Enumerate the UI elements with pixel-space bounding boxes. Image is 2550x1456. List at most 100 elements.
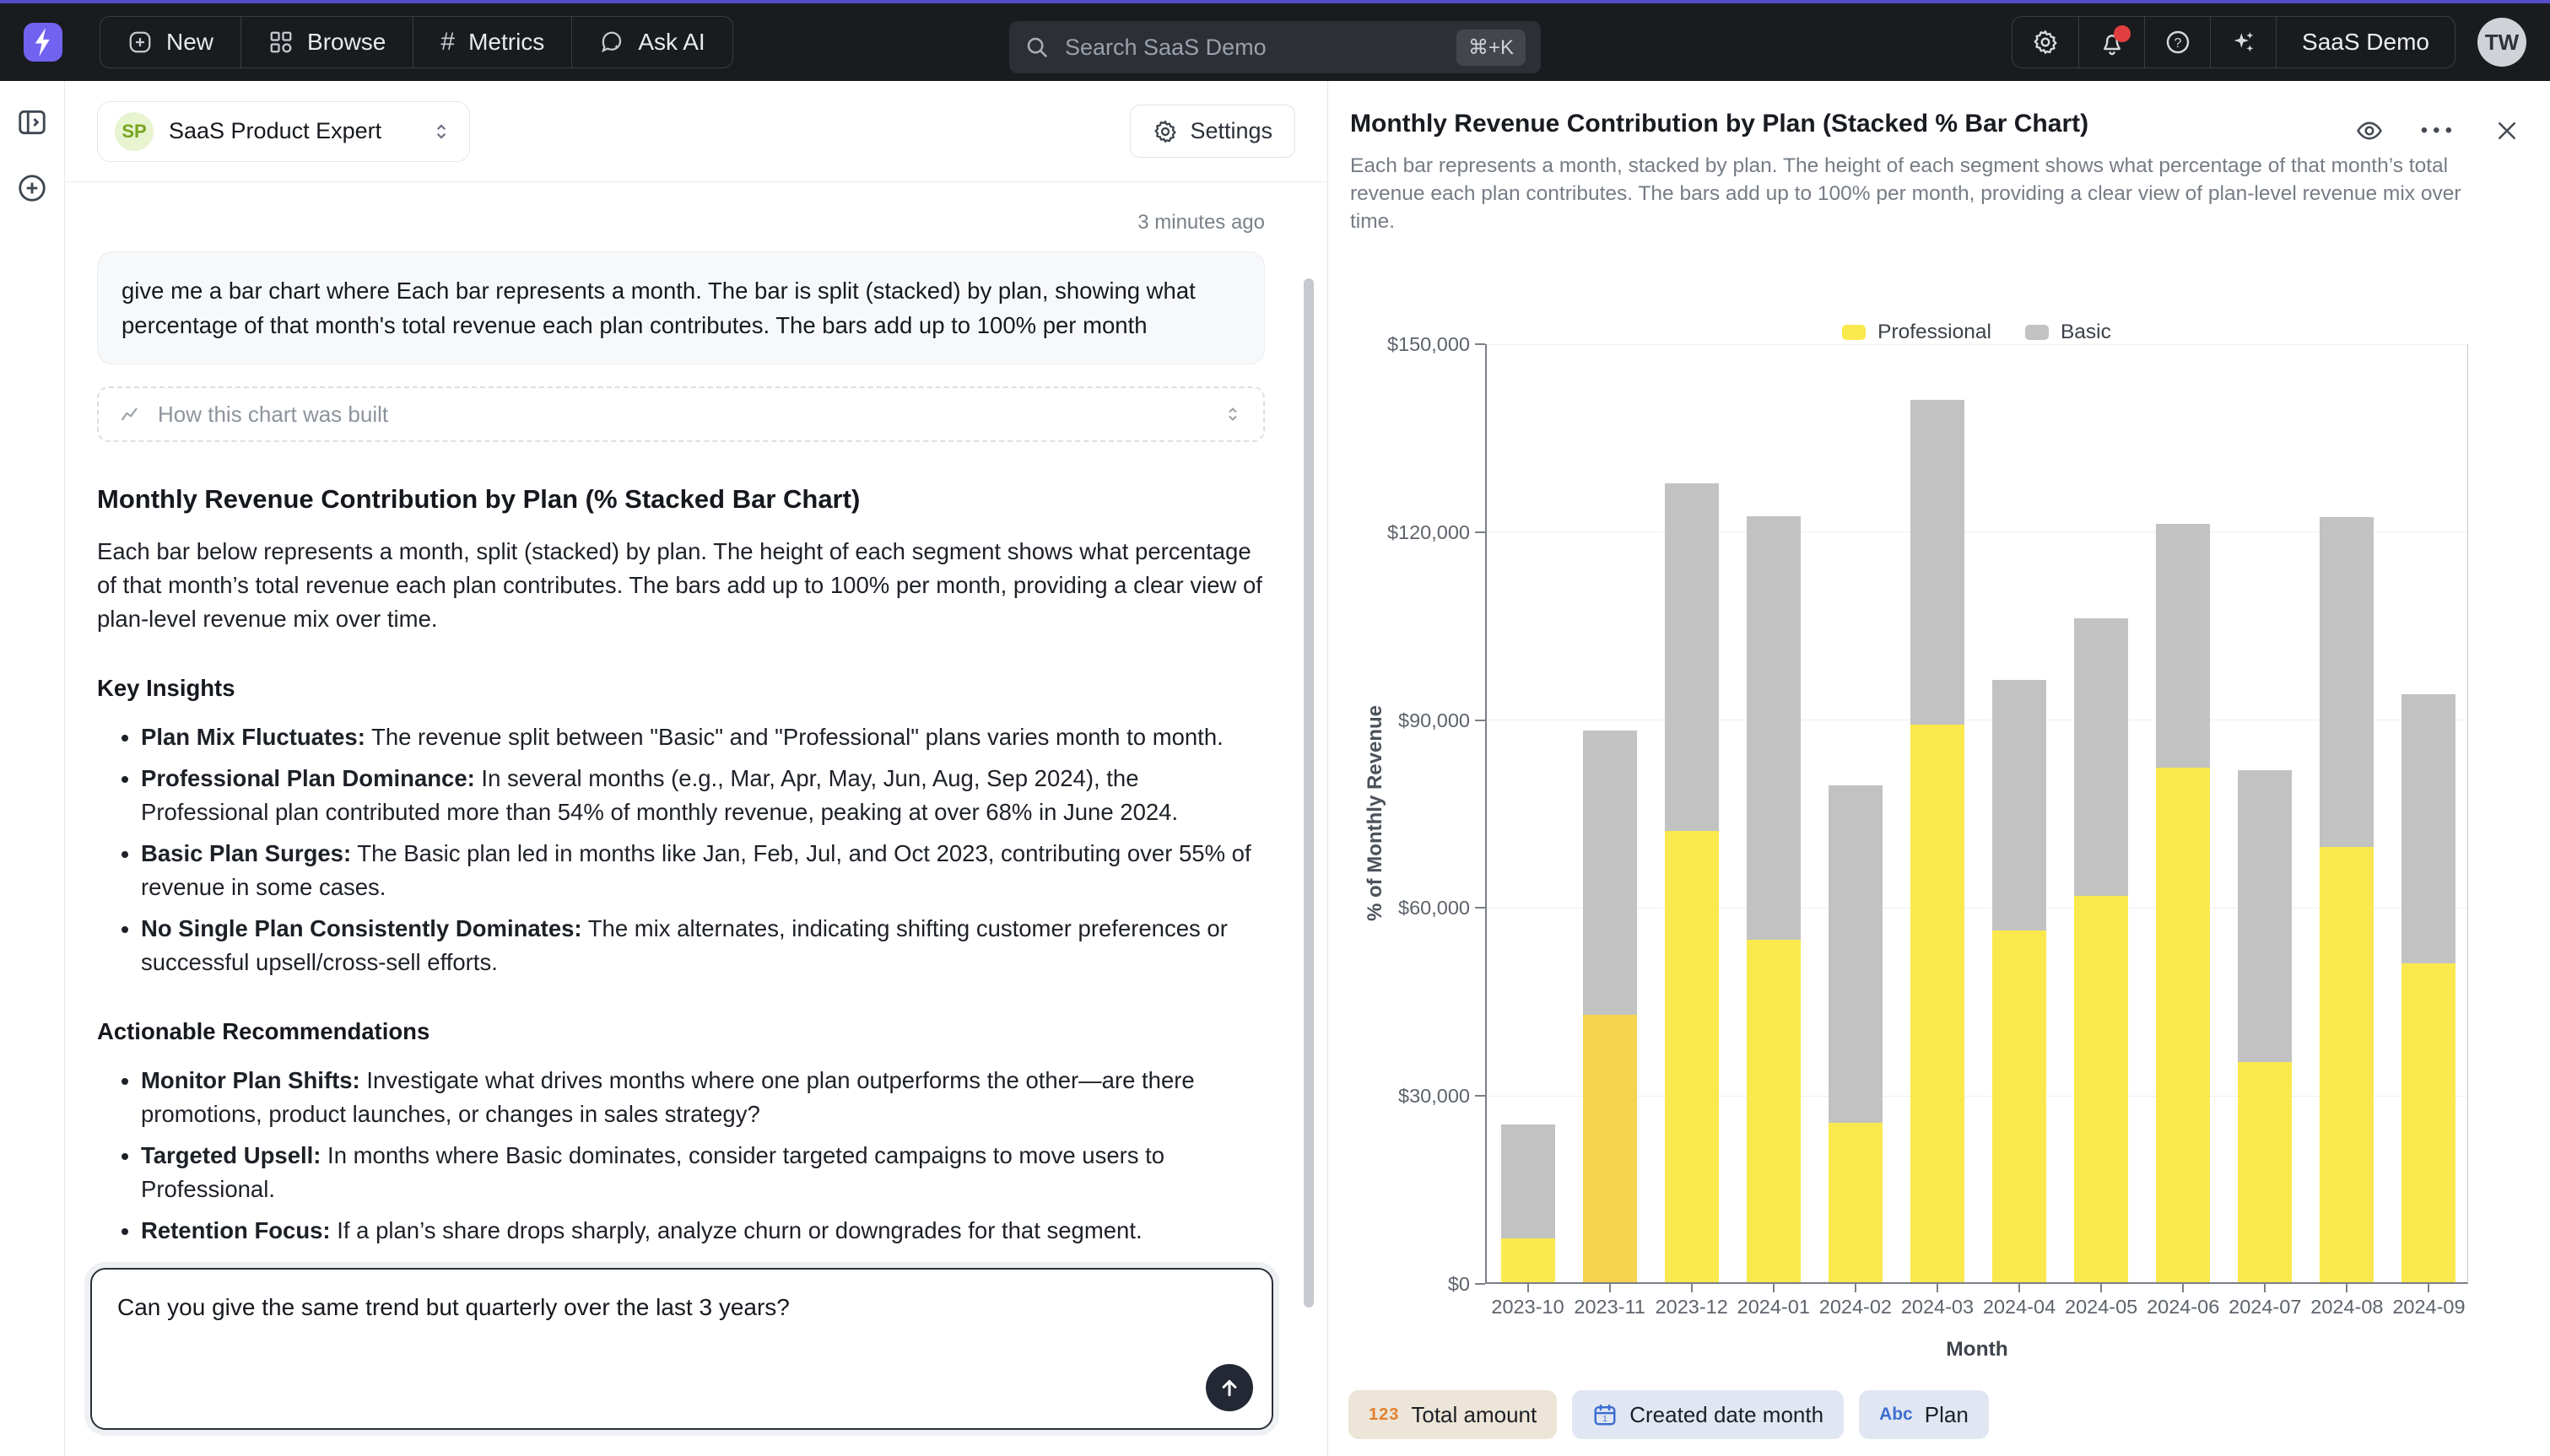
bar-segment-professional-2024-09[interactable] [2401, 963, 2455, 1282]
abc-icon: Abc [1879, 1405, 1913, 1425]
chart-panel-actions: ••• [2355, 116, 2520, 145]
main-area: SP SaaS Product Expert Settings 3 minute… [0, 81, 2550, 1456]
y-tick-label: $60,000 [1318, 897, 1470, 919]
search-icon [1024, 35, 1050, 60]
ai-sparkles-button[interactable] [2210, 17, 2276, 67]
legend-item-basic[interactable]: Basic [2025, 321, 2111, 344]
how-chart-built-collapsible[interactable]: How this chart was built [97, 386, 1265, 442]
primary-nav: New Browse # Metrics Ask AI [100, 16, 733, 68]
toggle-sidebar-button[interactable] [16, 106, 48, 138]
recommendation-item: Retention Focus: If a plan’s share drops… [141, 1214, 1265, 1248]
preview-eye-button[interactable] [2355, 116, 2384, 145]
chat-input[interactable]: Can you give the same trend but quarterl… [90, 1268, 1273, 1430]
insight-item-lead: Basic Plan Surges: [141, 840, 351, 866]
y-tick-label: $150,000 [1318, 333, 1470, 356]
bar-segment-basic-2024-02[interactable] [1829, 785, 1883, 1123]
global-search-input[interactable]: Search SaaS Demo ⌘+K [1009, 21, 1541, 73]
chart-legend: Professional Basic [1485, 321, 2468, 344]
field-tags: 123 Total amount 1Created date month AbcPla… [1348, 1390, 1989, 1439]
bar-segment-professional-2023-10[interactable] [1501, 1238, 1555, 1282]
grid-icon [268, 30, 294, 55]
gridline [1487, 344, 2467, 345]
more-options-button[interactable]: ••• [2421, 121, 2457, 141]
y-tick [1475, 720, 1485, 721]
calendar-icon: 1 [1592, 1402, 1618, 1427]
notification-dot [2114, 25, 2131, 42]
chat-input-value[interactable]: Can you give the same trend but quarterl… [117, 1292, 1246, 1324]
tag-total-amount[interactable]: 123 Total amount [1348, 1390, 1557, 1439]
metrics-button[interactable]: # Metrics [413, 17, 571, 67]
bar-segment-professional-2024-07[interactable] [2238, 1062, 2292, 1282]
x-tick [1937, 1282, 1938, 1292]
bar-segment-professional-2024-02[interactable] [1829, 1123, 1883, 1282]
y-tick [1475, 1283, 1485, 1285]
top-nav: New Browse # Metrics Ask AI Search SaaS … [0, 0, 2550, 81]
bar-segment-professional-2024-06[interactable] [2156, 768, 2210, 1282]
agent-selector[interactable]: SP SaaS Product Expert [97, 101, 470, 162]
insight-item-lead: Professional Plan Dominance: [141, 765, 475, 791]
bar-segment-basic-2023-10[interactable] [1501, 1124, 1555, 1238]
help-icon: ? [2164, 29, 2191, 56]
bar-segment-basic-2024-08[interactable] [2320, 517, 2374, 847]
recommendation-item-lead: Monitor Plan Shifts: [141, 1067, 360, 1093]
agent-settings-button[interactable]: Settings [1130, 105, 1295, 158]
bar-segment-basic-2024-09[interactable] [2401, 694, 2455, 963]
search-shortcut-badge: ⌘+K [1456, 30, 1526, 66]
chat-scroll-area[interactable]: 3 minutes ago give me a bar chart where … [65, 211, 1327, 1335]
chevron-updown-icon [1223, 404, 1243, 424]
user-avatar[interactable]: TW [2477, 18, 2526, 67]
avatar-initials: TW [2485, 30, 2519, 56]
workspace-button[interactable]: SaaS Demo [2276, 17, 2455, 67]
notifications-button[interactable] [2078, 17, 2144, 67]
svg-text:1: 1 [1602, 1415, 1607, 1424]
tag-label: Total amount [1411, 1402, 1537, 1428]
bar-segment-basic-2024-05[interactable] [2074, 618, 2128, 896]
bar-segment-professional-2024-03[interactable] [1910, 725, 1964, 1282]
browse-button[interactable]: Browse [240, 17, 413, 67]
x-tick [2018, 1282, 2020, 1292]
plus-circle-icon [16, 172, 48, 204]
bar-segment-basic-2024-04[interactable] [1992, 680, 2046, 930]
lightning-bolt-icon [32, 28, 54, 57]
message-timestamp: 3 minutes ago [97, 211, 1265, 235]
chat-panel: SP SaaS Product Expert Settings 3 minute… [65, 81, 1328, 1456]
settings-gear-button[interactable] [2012, 17, 2078, 67]
y-axis-title: % of Monthly Revenue [1364, 705, 1387, 921]
bar-segment-professional-2024-01[interactable] [1747, 940, 1801, 1282]
recommendations-heading: Actionable Recommendations [97, 1018, 1265, 1045]
legend-label: Basic [2061, 321, 2111, 344]
bar-segment-professional-2024-04[interactable] [1992, 930, 2046, 1282]
bar-segment-basic-2024-06[interactable] [2156, 524, 2210, 768]
bar-segment-basic-2023-11[interactable] [1583, 731, 1637, 1015]
bar-segment-professional-2024-08[interactable] [2320, 847, 2374, 1282]
user-message: give me a bar chart where Each bar repre… [97, 251, 1265, 364]
recommendation-item: Monitor Plan Shifts: Investigate what dr… [141, 1064, 1265, 1131]
bar-segment-basic-2024-03[interactable] [1910, 400, 1964, 725]
send-button[interactable] [1206, 1364, 1253, 1411]
bar-segment-basic-2024-07[interactable] [2238, 770, 2292, 1062]
bar-segment-basic-2023-12[interactable] [1665, 483, 1719, 831]
legend-item-professional[interactable]: Professional [1842, 321, 1991, 344]
workspace-label: SaaS Demo [2302, 29, 2429, 56]
ask-ai-button[interactable]: Ask AI [571, 17, 732, 67]
bar-segment-basic-2024-01[interactable] [1747, 516, 1801, 939]
svg-text:?: ? [2174, 36, 2181, 51]
help-button[interactable]: ? [2144, 17, 2210, 67]
top-nav-right: ? SaaS Demo TW [2012, 16, 2526, 68]
eye-icon [2355, 116, 2384, 145]
plus-square-icon [127, 30, 153, 55]
bar-segment-professional-2023-11[interactable] [1583, 1015, 1637, 1282]
bar-segment-professional-2023-12[interactable] [1665, 831, 1719, 1282]
how-chart-built-label: How this chart was built [158, 402, 388, 428]
new-thread-button[interactable] [16, 172, 48, 204]
chart-description: Each bar represents a month, stacked by … [1350, 152, 2493, 235]
app-logo[interactable] [24, 23, 62, 62]
tag-plan[interactable]: AbcPlan [1859, 1390, 1989, 1439]
new-button[interactable]: New [100, 17, 240, 67]
bar-segment-professional-2024-05[interactable] [2074, 896, 2128, 1282]
close-panel-button[interactable] [2494, 118, 2520, 143]
numeric-123-icon: 123 [1369, 1405, 1399, 1425]
y-tick [1475, 907, 1485, 909]
tag-created-date-month[interactable]: 1Created date month [1572, 1390, 1844, 1439]
chat-scrollbar[interactable] [1304, 278, 1314, 1308]
